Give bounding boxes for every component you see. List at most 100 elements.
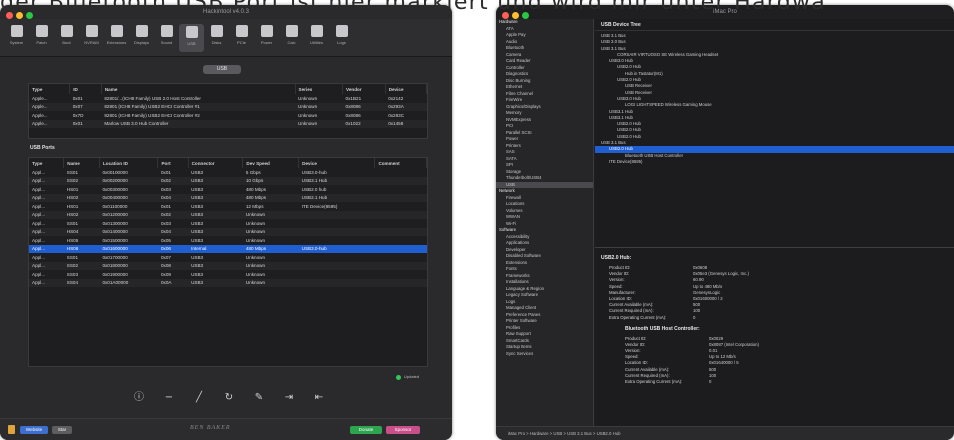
- table-cell: USB3.0-hub: [301, 169, 327, 175]
- column-header[interactable]: Port: [157, 158, 189, 168]
- toolbar-item-extensions[interactable]: Extensions: [104, 19, 129, 57]
- table-cell: [299, 253, 375, 262]
- sidebar-item[interactable]: Sync Services: [496, 351, 593, 358]
- table-row[interactable]: Appl... HS01 0x00300000 0x03 USB3 480 Mbps USB…: [29, 185, 427, 194]
- broom-icon[interactable]: ╱: [194, 393, 204, 403]
- table-cell: USB3: [191, 186, 204, 192]
- column-header[interactable]: Device: [385, 84, 428, 94]
- usb-segment-button[interactable]: USB: [203, 65, 241, 74]
- table-cell: [375, 236, 427, 245]
- table-cell: [299, 219, 375, 228]
- sponsor-button[interactable]: Sponsor: [386, 426, 420, 434]
- table-row[interactable]: Appl... HS02 0x01200000 0x02 USB3 Unknown: [29, 210, 427, 219]
- table-cell: 0x00400000: [99, 193, 158, 202]
- status-indicator: [396, 375, 401, 380]
- table-cell: 0x06: [157, 244, 189, 253]
- toolbar-item-system[interactable]: System: [4, 19, 29, 57]
- table-cell: [374, 210, 427, 219]
- column-header[interactable]: Device: [298, 158, 376, 168]
- tree-row[interactable]: ITE Device(8595): [595, 159, 954, 165]
- path-bar: iMac Pro > Hardware > USB > USB 3.1 Bus …: [496, 426, 954, 440]
- table-cell: [375, 253, 427, 262]
- toolbar-item-patch[interactable]: Patch: [29, 19, 54, 57]
- toolbar-item-utilities[interactable]: Utilities: [304, 19, 329, 57]
- import-icon[interactable]: ⇥: [284, 393, 294, 403]
- toolbar-item-pcie[interactable]: PCIe: [229, 19, 254, 57]
- column-header[interactable]: Vendor: [342, 84, 386, 94]
- table-row[interactable]: Appl... HS06 0x01600000 0x06 Internal 480 Mbp…: [29, 244, 427, 253]
- pencil-icon[interactable]: ✎: [254, 393, 264, 403]
- table-cell: [298, 278, 375, 287]
- table-cell: [375, 270, 427, 279]
- toolbar-item-boot[interactable]: Boot: [54, 19, 79, 57]
- table-row[interactable]: Appl... HS05 0x01500000 0x05 USB3 Unknown: [29, 236, 427, 245]
- toolbar-item-disks[interactable]: Disks: [204, 19, 229, 57]
- refresh-icon[interactable]: ↻: [224, 393, 234, 403]
- table-cell: Marlow USB 3.0 Hub Controller: [101, 119, 296, 128]
- sound-icon: [160, 25, 173, 37]
- table-row[interactable]: Appl... HS04 0x01400000 0x04 USB3 Unknown: [29, 227, 427, 236]
- table-row[interactable]: Apple... 0x7D 82801 (ICH8 Family) USB2 EHC…: [29, 111, 427, 120]
- table-row[interactable]: Appl... SS01 0x01300000 0x03 USB3 Unknown: [29, 219, 427, 228]
- column-header[interactable]: Dev Speed: [242, 158, 300, 168]
- export-icon[interactable]: ⇤: [314, 393, 324, 403]
- table-row[interactable]: Appl... SS01 0x00100000 0x01 USB3 5 Gbps USB3.…: [29, 168, 427, 177]
- table-row[interactable]: Appl... HS01 0x01100000 0x01 USB3 12 Mbps ITE …: [29, 202, 427, 211]
- donate-button[interactable]: Donate: [350, 426, 382, 434]
- column-header[interactable]: Name: [101, 84, 296, 94]
- table-cell: [374, 176, 427, 185]
- table-cell: USB2.1 Hub: [298, 193, 375, 202]
- toolbar: System Patch Boot NVRAM Extensions Displays So…: [0, 19, 452, 57]
- usb-ports-title: USB Ports: [30, 145, 55, 151]
- table-cell: USB3: [188, 210, 243, 219]
- toolbar-item-nvram[interactable]: NVRAM: [79, 19, 104, 57]
- column-header[interactable]: ID: [69, 84, 102, 94]
- table-row[interactable]: Apple... 0x01 82801/...(ICH8 Family) USB 2…: [29, 94, 427, 103]
- table-cell: 0x02: [157, 210, 189, 219]
- table-row[interactable]: Appl... SS02 0x00200000 0x02 USB3 10 Gbps USB3…: [29, 176, 427, 185]
- table-cell: 0x01: [72, 95, 83, 101]
- table-row[interactable]: Appl... SS04 0x01A00000 0x0A USB3 Unknown: [29, 278, 427, 287]
- table-cell: Appl...: [32, 220, 46, 226]
- table-cell: 0x00300000: [102, 186, 128, 192]
- caption-line-1: der Bluetooth USB Port ist hier markiert…: [0, 0, 827, 15]
- table-cell: 0x293C: [388, 112, 405, 118]
- utilities-icon: [310, 25, 323, 37]
- toolbar-item-usb[interactable]: USB: [179, 24, 204, 52]
- column-header[interactable]: Comment: [374, 158, 427, 168]
- column-header[interactable]: Type: [29, 84, 71, 94]
- patch-icon: [35, 25, 48, 37]
- table-row[interactable]: Appl... SS01 0x01700000 0x07 USB3 Unknown: [29, 253, 427, 262]
- remove-icon[interactable]: −: [164, 393, 174, 403]
- table-row[interactable]: Appl... SS02 0x01800000 0x08 USB3 Unknown: [29, 261, 427, 270]
- column-header[interactable]: Series: [295, 84, 344, 94]
- info-icon[interactable]: ⓘ: [134, 393, 144, 403]
- table-cell: SS03: [66, 271, 79, 277]
- toolbar-item-sound[interactable]: Sound: [154, 19, 179, 57]
- column-header[interactable]: Type: [29, 158, 65, 168]
- toolbar-item-displays[interactable]: Displays: [129, 19, 154, 57]
- table-cell: HS05: [66, 237, 79, 243]
- column-header[interactable]: Location ID: [99, 158, 159, 168]
- table-cell: Unknown: [245, 271, 266, 277]
- toolbar-item-calc[interactable]: Calc: [279, 19, 304, 57]
- table-cell: USB3: [188, 176, 243, 185]
- lock-icon[interactable]: [8, 425, 15, 434]
- table-row[interactable]: Apple... 0x01 Marlow USB 3.0 Hub Controlle…: [29, 119, 427, 128]
- table-row[interactable]: Appl... SS03 0x01900000 0x09 USB3 Unknown: [29, 270, 427, 279]
- table-cell: 480 Mbps: [242, 244, 299, 253]
- toolbar-item-logs[interactable]: Logs: [329, 19, 354, 57]
- table-cell: 480 Mbps: [242, 193, 299, 202]
- split-divider[interactable]: [595, 247, 954, 248]
- table-row[interactable]: Appl... HS02 0x00400000 0x04 USB3 480 Mbps USB…: [29, 193, 427, 202]
- table-cell: HS02: [63, 193, 100, 202]
- toolbar-item-power[interactable]: Power: [254, 19, 279, 57]
- table-cell: HS01: [66, 203, 79, 209]
- table-row[interactable]: Apple... 0x07 82801 (ICH8 Family) USB2 EHC…: [29, 102, 427, 111]
- system-information-window: iMac Pro Hardware ATA Apple Pay Audio Blueto…: [496, 5, 954, 440]
- column-header[interactable]: Name: [63, 158, 100, 168]
- column-header[interactable]: Connector: [188, 158, 244, 168]
- table-cell: [299, 236, 375, 245]
- website-button[interactable]: Website: [20, 426, 48, 434]
- star-button[interactable]: Star: [52, 426, 72, 434]
